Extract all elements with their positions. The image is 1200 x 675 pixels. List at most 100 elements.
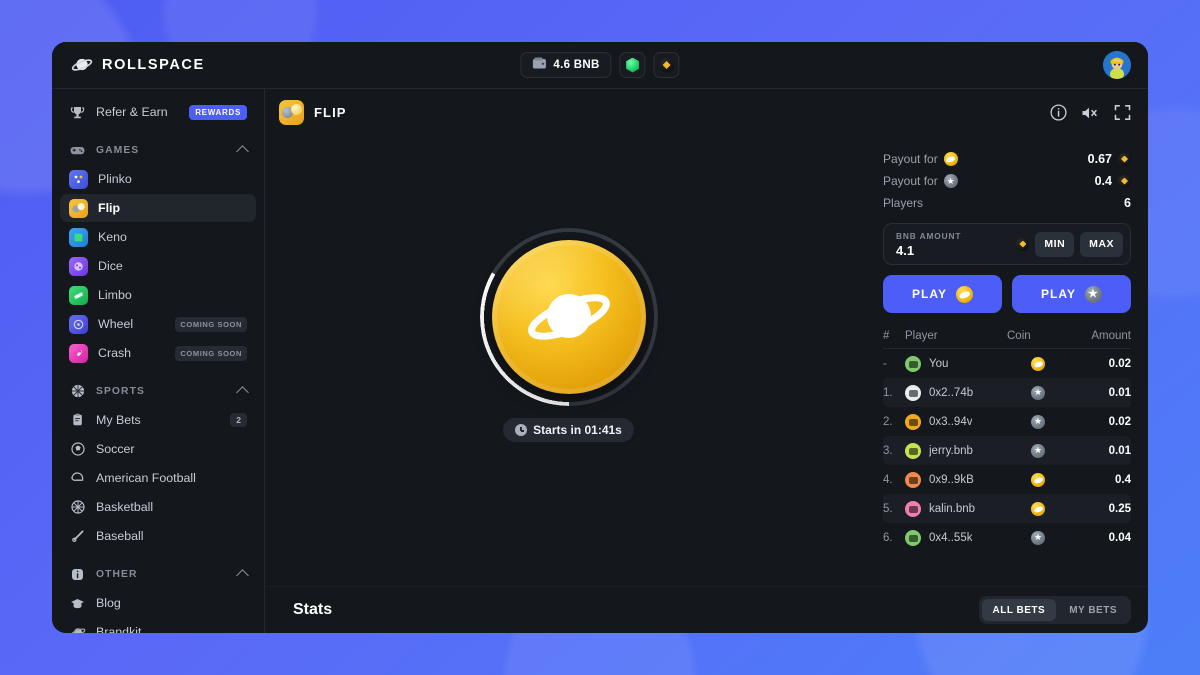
players-label: Players [883,196,924,210]
tab-my-bets[interactable]: MY BETS [1058,599,1128,621]
my-bets-count-badge: 2 [230,413,247,427]
football-helmet-icon [69,470,86,487]
payout-gold-label: Payout for [883,152,938,166]
sidebar-item-brandkit[interactable]: Brandkit [60,618,256,633]
silver-coin-icon [1031,414,1045,429]
avatar [905,355,921,372]
app-window: ROLLSPACE 4.6 BNB Refer & Earn REWARDS G… [52,42,1148,633]
saturn-gold-coin[interactable] [491,240,646,394]
bet-player: You [905,355,1007,372]
chevron-up-icon [236,569,249,582]
avatar [905,471,921,488]
bet-player-name: jerry.bnb [929,444,973,457]
user-avatar[interactable] [1103,51,1131,79]
wallet-icon [532,56,546,74]
game-controls [1050,104,1131,121]
game-title: FLIP [314,105,347,120]
sidebar-item-dice[interactable]: Dice [60,252,256,280]
bnb-balance-button[interactable] [653,52,680,78]
bet-player-name: 0x3..94v [929,415,973,428]
game-header: FLIP [265,89,1148,136]
bet-amount-input[interactable]: 4.1 [896,243,1016,258]
bet-amount-label: BNB AMOUNT [896,230,962,241]
sidebar-group-label: OTHER [96,568,138,580]
info-icon[interactable] [1050,104,1067,121]
sidebar-item-label: Blog [96,596,121,610]
bet-coin [1007,443,1069,458]
sidebar-item-american-football[interactable]: American Football [60,464,256,492]
tab-all-bets[interactable]: ALL BETS [981,599,1057,621]
sidebar-group-other[interactable]: OTHER [60,560,256,588]
sidebar-item-refer-earn[interactable]: Refer & Earn REWARDS [60,98,256,126]
coming-soon-badge: COMING SOON [175,316,247,332]
max-button[interactable]: MAX [1080,231,1123,257]
balance-pill[interactable]: 4.6 BNB [520,52,612,78]
avatar [905,442,921,459]
bet-player: 0x9..9kB [905,471,1007,488]
sidebar-item-label: Soccer [96,442,135,456]
sidebar-item-label: Flip [98,201,121,215]
sidebar-item-keno[interactable]: Keno [60,223,256,251]
avatar [905,384,921,401]
silver-coin-icon [1084,285,1102,303]
bnb-coin-icon [1118,152,1131,166]
sidebar-item-wheel[interactable]: Wheel COMING SOON [60,310,256,338]
sidebar-item-baseball[interactable]: Baseball [60,522,256,550]
sidebar-item-label: Brandkit [96,625,142,633]
bet-rank: 1. [883,386,893,399]
table-row: 6. 0x4..55k 0.04 [883,523,1131,552]
avatar [905,413,921,430]
sidebar-group-label: SPORTS [96,385,145,397]
sidebar-item-soccer[interactable]: Soccer [60,435,256,463]
col-player: Player [905,329,938,342]
gem-icon [626,57,640,73]
play-silver-button[interactable]: PLAY [1012,275,1131,313]
saturn-icon [71,56,93,74]
sidebar-item-limbo[interactable]: Limbo [60,281,256,309]
bet-rank: 2. [883,415,893,428]
bet-coin [1007,530,1069,545]
sidebar-group-label: GAMES [96,144,140,156]
crash-icon [69,343,88,363]
flip-coin-area[interactable] [479,228,658,406]
sidebar-item-crash[interactable]: Crash COMING SOON [60,339,256,367]
sidebar-group-sports[interactable]: SPORTS [60,377,256,405]
sidebar-group-games[interactable]: GAMES [60,136,256,164]
chevron-up-icon [236,145,249,158]
clock-icon [515,424,528,436]
sidebar-item-label: Keno [98,230,127,244]
gold-coin-icon [955,285,973,303]
sidebar-item-plinko[interactable]: Plinko [60,165,256,193]
bet-player-name: 0x9..9kB [929,473,974,486]
gem-balance-button[interactable] [619,52,646,78]
chevron-up-icon [236,386,249,399]
bet-amount: 0.02 [1108,415,1131,428]
countdown-timer: Starts in 01:41s [503,418,634,442]
dice-icon [69,256,88,276]
bet-player: 0x3..94v [905,413,1007,430]
play-gold-button[interactable]: PLAY [883,275,1002,313]
bet-amount: 0.25 [1108,502,1131,515]
sidebar-item-basketball[interactable]: Basketball [60,493,256,521]
brand-logo[interactable]: ROLLSPACE [52,56,265,74]
sidebar-item-my-bets[interactable]: My Bets 2 [60,406,256,434]
bet-rank: 6. [883,531,893,544]
fullscreen-icon[interactable] [1114,104,1131,121]
rewards-badge: REWARDS [189,104,247,120]
min-button[interactable]: MIN [1035,231,1075,257]
saturn-icon [69,624,86,633]
mute-icon[interactable] [1081,105,1100,121]
bets-filter-tabs: ALL BETS MY BETS [978,596,1131,624]
sidebar-item-flip[interactable]: Flip [60,194,256,222]
limbo-icon [69,285,88,305]
baseball-bat-icon [69,528,86,545]
info-icon [69,566,86,583]
sidebar-item-blog[interactable]: Blog [60,589,256,617]
soccer-ball-icon [69,441,86,458]
bet-player-name: kalin.bnb [929,502,976,515]
bet-amount-field[interactable]: BNB AMOUNT 4.1 MIN MAX [883,223,1131,265]
table-row: 4. 0x9..9kB 0.4 [883,465,1131,494]
bet-player-name: 0x2..74b [929,386,974,399]
bet-rank: 4. [883,473,893,486]
timer-text: Starts in 01:41s [533,423,622,437]
